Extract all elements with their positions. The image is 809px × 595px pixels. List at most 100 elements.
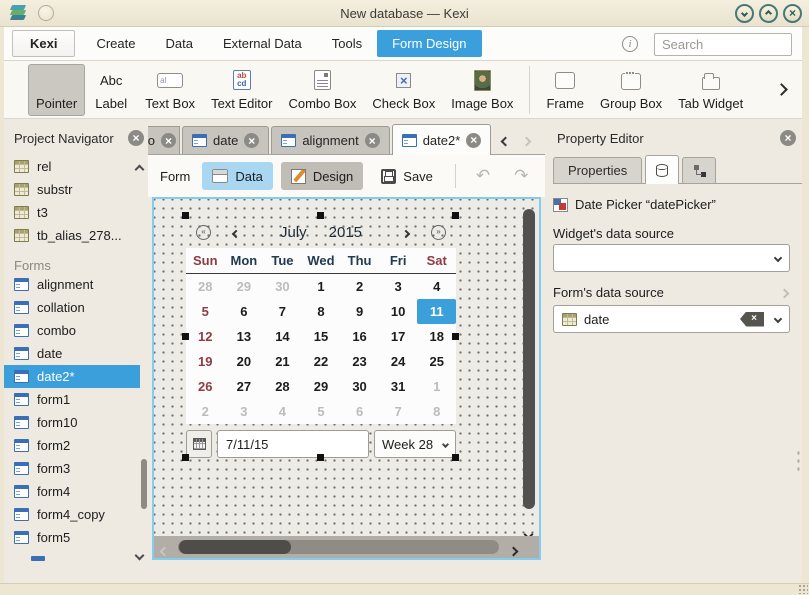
calendar-day-cell[interactable]: 17 [379,324,418,349]
calendar-day-cell[interactable]: 7 [263,299,302,324]
canvas-scroll-left[interactable] [161,543,168,558]
selection-handle[interactable] [317,212,324,219]
data-view-button[interactable]: Data [202,162,272,190]
calendar-day-cell[interactable]: 5 [302,399,341,424]
window-menu-button[interactable] [38,5,54,21]
sidebar-scroll-up[interactable] [136,161,143,176]
document-tab[interactable]: alignment [271,126,389,154]
canvas-hscrollbar-thumb[interactable] [179,540,291,554]
calendar-day-cell[interactable]: 13 [225,324,264,349]
sidebar-item-form[interactable]: form10 [4,411,140,434]
sidebar-item-form[interactable]: form4 [4,480,140,503]
toolbar-tool-button[interactable]: Tab Widget [670,64,751,116]
toolbar-tool-button[interactable]: Combo Box [280,64,364,116]
document-tab[interactable]: o [148,126,180,154]
calendar-day-cell[interactable]: 10 [379,299,418,324]
save-button[interactable]: Save [371,162,443,190]
resize-grip[interactable] [798,584,808,594]
panel-splitter-handle[interactable] [796,449,801,473]
toolbar-overflow-button[interactable] [777,82,786,97]
calendar-day-cell[interactable]: 1 [417,374,456,399]
canvas-scroll-right[interactable] [510,543,517,558]
calendar-day-cell[interactable]: 1 [302,274,341,299]
selection-handle[interactable] [452,454,459,461]
toolbar-tool-button[interactable]: Group Box [592,64,670,116]
ribbon-tab[interactable]: External Data [208,30,317,57]
calendar-day-cell[interactable]: 25 [417,349,456,374]
calendar-day-cell[interactable]: 14 [263,324,302,349]
sidebar-item-form[interactable]: alignment [4,273,140,296]
calendar-day-cell[interactable]: 9 [340,299,379,324]
sidebar-item-table[interactable]: t3 [4,201,140,224]
calendar-day-cell[interactable]: 7 [379,399,418,424]
calendar-day-cell[interactable]: 6 [340,399,379,424]
property-editor-close-icon[interactable] [780,130,796,146]
calendar-day-cell[interactable]: 2 [186,399,225,424]
project-navigator-close-icon[interactable] [128,130,144,146]
tab-properties[interactable]: Properties [553,157,642,183]
selection-handle[interactable] [182,454,189,461]
calendar-year-label[interactable]: 2015 [329,224,362,241]
calendar-month-label[interactable]: July [280,224,307,241]
sidebar-item-form[interactable]: combo [4,319,140,342]
calendar-day-cell[interactable]: 30 [340,374,379,399]
sidebar-item-form[interactable]: form1 [4,388,140,411]
search-input[interactable] [654,33,792,56]
design-view-button[interactable]: Design [281,162,363,190]
calendar-day-cell[interactable]: 3 [379,274,418,299]
sidebar-item-table[interactable]: rel [4,155,140,178]
canvas-vscrollbar-thumb[interactable] [523,209,535,509]
calendar-day-cell[interactable]: 29 [302,374,341,399]
document-tab[interactable]: date [182,126,269,154]
calendar-day-cell[interactable]: 6 [225,299,264,324]
sidebar-scrollbar-thumb[interactable] [141,459,147,509]
form-data-source-combo[interactable]: date [553,305,790,333]
tab-close-icon[interactable] [365,133,380,148]
clear-data-source-icon[interactable] [740,312,764,327]
calendar-day-cell[interactable]: 29 [225,274,264,299]
info-icon[interactable] [622,36,638,52]
widget-data-source-combo[interactable] [553,244,790,272]
calendar-day-cell[interactable]: 28 [186,274,225,299]
undo-button[interactable] [468,166,498,186]
sidebar-item-form[interactable]: collation [4,296,140,319]
tab-close-icon[interactable] [466,133,481,148]
calendar-day-cell[interactable]: 8 [302,299,341,324]
form-data-source-expander[interactable] [781,285,788,300]
date-input[interactable] [217,430,369,458]
selection-handle[interactable] [452,333,459,340]
sidebar-item-form[interactable]: date [4,342,140,365]
calendar-day-cell[interactable]: 22 [302,349,341,374]
toolbar-tool-button[interactable]: Label [85,64,137,116]
date-picker-widget[interactable]: July 2015 SunMonTueWedThuFriSat 28 [186,216,456,458]
tab-scroll-left[interactable] [502,133,509,148]
calendar-day-cell[interactable]: 11 [417,299,456,324]
next-year-button[interactable] [431,225,446,240]
previous-month-button[interactable] [233,225,239,240]
calendar-day-cell[interactable]: 31 [379,374,418,399]
sidebar-item-form[interactable]: form4_copy [4,503,140,526]
toolbar-tool-button[interactable]: Text Editor [203,64,280,116]
canvas-hscrollbar[interactable] [154,536,539,558]
toolbar-tool-button[interactable]: Frame [538,64,592,116]
close-button[interactable] [783,4,802,23]
tab-widget-tree[interactable] [682,157,716,183]
ribbon-tab[interactable]: Create [81,30,150,57]
calendar-day-cell[interactable]: 15 [302,324,341,349]
week-dropdown[interactable]: Week 28 [374,430,456,458]
toolbar-tool-button[interactable]: Check Box [364,64,443,116]
calendar-popup-button[interactable] [186,430,212,458]
calendar-day-cell[interactable]: 8 [417,399,456,424]
toolbar-tool-button[interactable]: Image Box [443,64,521,116]
calendar-day-cell[interactable]: 2 [340,274,379,299]
selection-handle[interactable] [182,333,189,340]
calendar-day-cell[interactable]: 12 [186,324,225,349]
form-design-canvas[interactable]: July 2015 SunMonTueWedThuFriSat 28 [152,197,541,560]
calendar-day-cell[interactable]: 4 [417,274,456,299]
minimize-button[interactable] [735,4,754,23]
sidebar-item-form[interactable]: form5 [4,526,140,549]
tab-close-icon[interactable] [244,133,259,148]
ribbon-tab[interactable]: Data [151,30,208,57]
selection-handle[interactable] [182,212,189,219]
sidebar-item-form[interactable]: form3 [4,457,140,480]
